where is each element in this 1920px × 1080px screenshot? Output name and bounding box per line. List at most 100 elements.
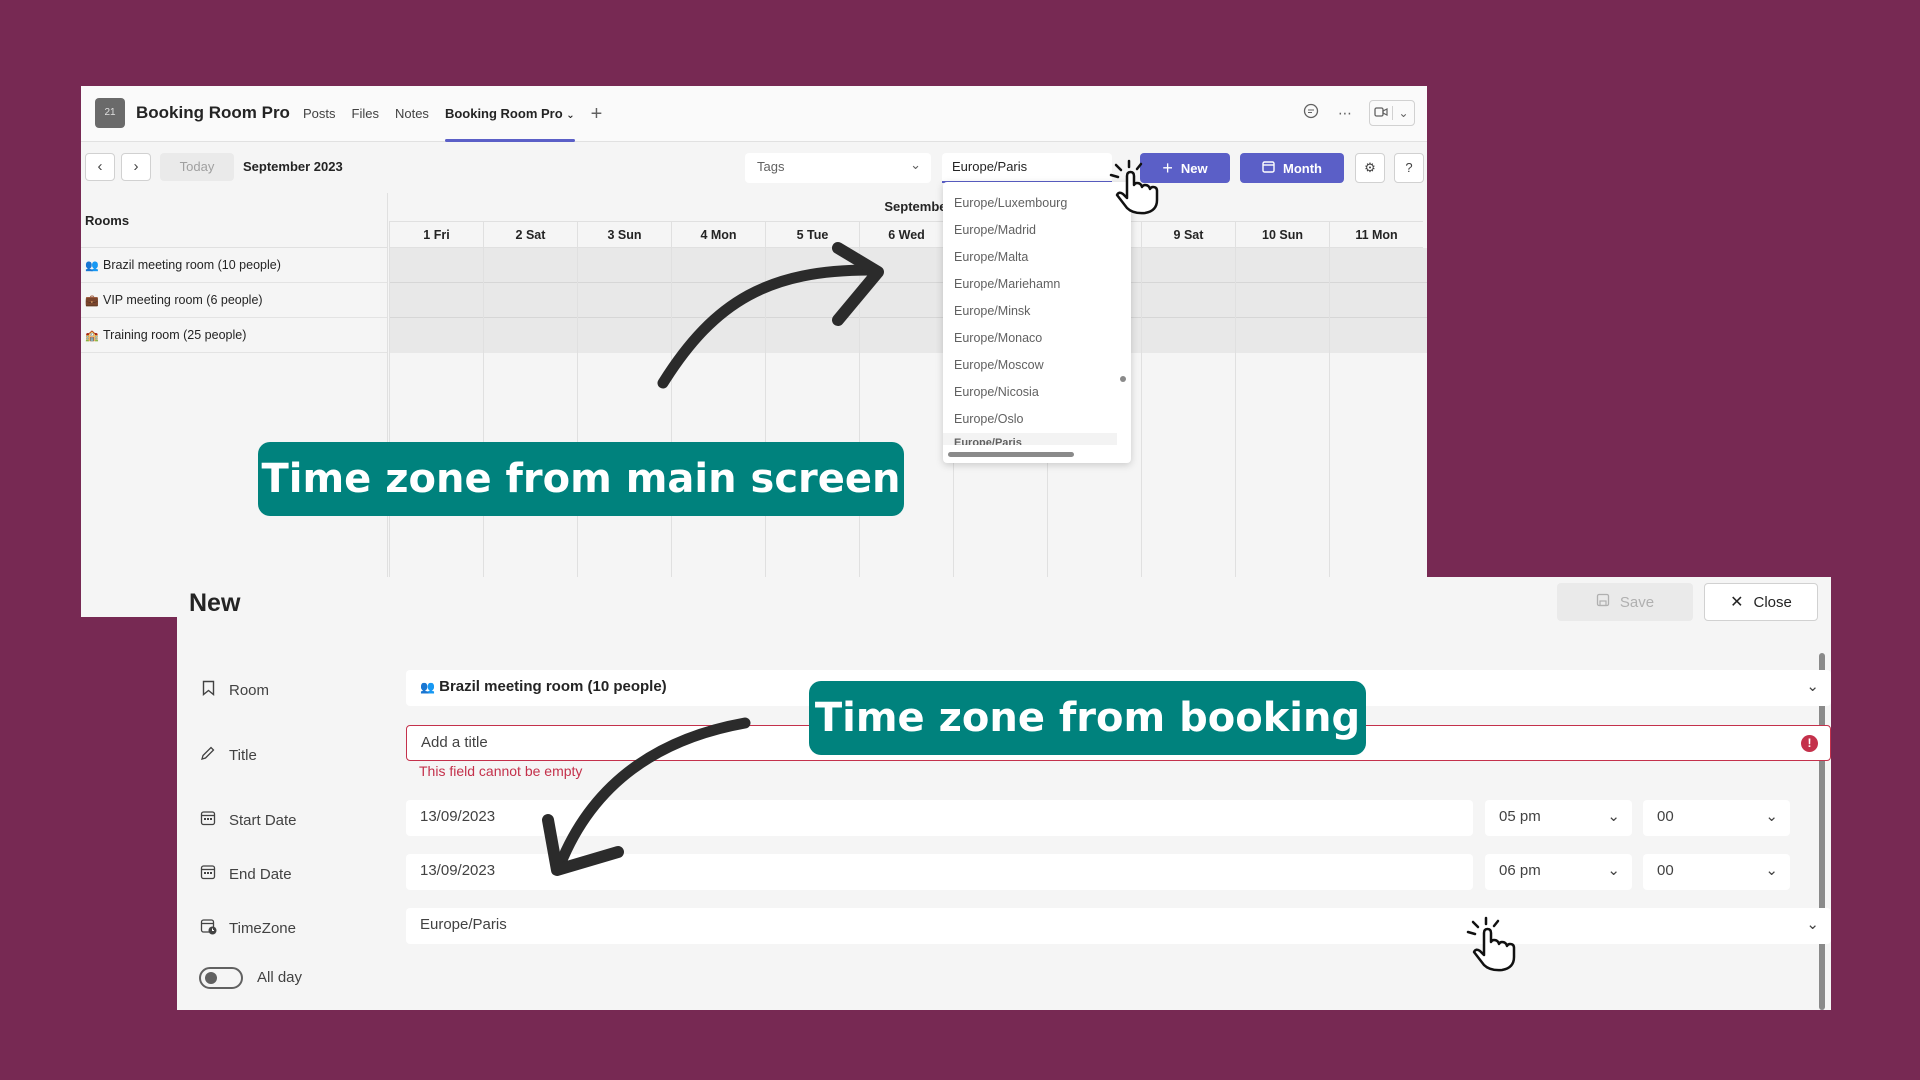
scrollbar-thumb[interactable] bbox=[1120, 376, 1126, 382]
room-name: Training room (25 people) bbox=[103, 328, 247, 342]
tab-posts[interactable]: Posts bbox=[303, 86, 336, 142]
day-column[interactable]: 1 Fri bbox=[389, 221, 483, 617]
save-icon bbox=[1596, 593, 1610, 611]
calendar-icon bbox=[199, 864, 217, 884]
day-column[interactable]: 4 Mon bbox=[671, 221, 765, 617]
vertical-scrollbar[interactable] bbox=[1819, 653, 1825, 1010]
end-minute-value: 00 bbox=[1657, 862, 1674, 879]
chevron-down-icon: ⌄ bbox=[1765, 808, 1778, 825]
rooms-column: Rooms 👥 Brazil meeting room (10 people) 💼… bbox=[81, 193, 388, 617]
end-minute-select[interactable]: 00 ⌄ bbox=[1643, 854, 1790, 890]
end-date-label: End Date bbox=[199, 864, 292, 884]
chevron-down-icon: ⌄ bbox=[1806, 678, 1819, 695]
end-date-input[interactable]: 13/09/2023 bbox=[406, 854, 1473, 890]
save-label: Save bbox=[1619, 593, 1655, 611]
add-tab-button[interactable]: + bbox=[591, 86, 603, 142]
list-item[interactable]: Europe/Luxembourg bbox=[943, 190, 1131, 217]
hand-cursor-icon bbox=[1462, 915, 1520, 983]
list-item[interactable]: Europe/Mariehamn bbox=[943, 271, 1131, 298]
list-item-selected[interactable]: Europe/Paris bbox=[943, 433, 1117, 445]
horizontal-scrollbar[interactable] bbox=[948, 452, 1074, 457]
callout-booking: Time zone from booking bbox=[809, 681, 1366, 755]
room-row[interactable]: 💼 VIP meeting room (6 people) bbox=[81, 283, 387, 318]
day-column[interactable]: 6 Wed bbox=[859, 221, 953, 617]
title-placeholder: Add a title bbox=[421, 734, 488, 751]
list-item[interactable]: Europe/Minsk bbox=[943, 298, 1131, 325]
day-column[interactable]: 11 Mon bbox=[1329, 221, 1423, 617]
callout-main-screen: Time zone from main screen bbox=[258, 442, 904, 516]
chevron-down-icon: ⌄ bbox=[910, 157, 921, 172]
start-minute-select[interactable]: 00 ⌄ bbox=[1643, 800, 1790, 836]
meet-button[interactable]: ⌄ bbox=[1369, 100, 1415, 126]
timezone-value: Europe/Paris bbox=[952, 159, 1028, 174]
today-button[interactable]: Today bbox=[160, 153, 234, 181]
day-header: 6 Wed bbox=[860, 221, 953, 248]
help-button[interactable]: ? bbox=[1394, 153, 1424, 183]
list-item[interactable]: Europe/Monaco bbox=[943, 325, 1131, 352]
room-value: Brazil meeting room (10 people) bbox=[439, 678, 667, 695]
chevron-down-icon: ⌄ bbox=[1765, 862, 1778, 879]
people-icon: 👥 bbox=[420, 680, 435, 694]
start-hour-value: 05 pm bbox=[1499, 808, 1541, 825]
briefcase-icon: 💼 bbox=[85, 295, 99, 307]
list-item[interactable]: Europe/Moscow bbox=[943, 352, 1131, 379]
chevron-down-icon: ⌄ bbox=[1607, 862, 1620, 879]
calendar-grid: September 1 Fri 2 Sat 3 Sun 4 Mon 5 Tue … bbox=[389, 193, 1427, 617]
list-item[interactable]: Europe/Malta bbox=[943, 244, 1131, 271]
tags-select[interactable]: Tags ⌄ bbox=[745, 153, 931, 183]
plus-icon: + bbox=[1162, 157, 1173, 178]
timezone-select[interactable]: Europe/Paris ⌄ bbox=[406, 908, 1831, 944]
timezone-label-text: TimeZone bbox=[229, 920, 296, 937]
tab-notes[interactable]: Notes bbox=[395, 86, 429, 142]
month-view-button[interactable]: Month bbox=[1240, 153, 1344, 183]
next-button[interactable]: › bbox=[121, 153, 151, 181]
more-options-icon[interactable]: ⋯ bbox=[1335, 103, 1355, 123]
day-header: 2 Sat bbox=[484, 221, 577, 248]
school-icon: 🏫 bbox=[85, 330, 99, 342]
video-camera-icon bbox=[1370, 106, 1392, 121]
prev-button[interactable]: ‹ bbox=[85, 153, 115, 181]
timezone-label: TimeZone bbox=[199, 918, 296, 939]
list-item[interactable]: Europe/Nicosia bbox=[943, 379, 1131, 406]
new-button-label: New bbox=[1180, 160, 1208, 176]
title-error-message: This field cannot be empty bbox=[419, 763, 583, 779]
day-column[interactable]: 9 Sat bbox=[1141, 221, 1235, 617]
chat-icon[interactable] bbox=[1301, 103, 1321, 123]
pencil-icon bbox=[199, 745, 217, 765]
month-button-label: Month bbox=[1283, 160, 1322, 176]
settings-button[interactable]: ⚙ bbox=[1355, 153, 1385, 183]
start-hour-select[interactable]: 05 pm ⌄ bbox=[1485, 800, 1632, 836]
end-hour-select[interactable]: 06 pm ⌄ bbox=[1485, 854, 1632, 890]
timezone-select[interactable]: Europe/Paris bbox=[942, 153, 1112, 183]
calendar-icon bbox=[1262, 160, 1275, 176]
timezone-dropdown-list[interactable]: Europe/Luxembourg Europe/Madrid Europe/M… bbox=[943, 182, 1131, 463]
tab-bar: Posts Files Notes Booking Room Pro ⌄ + bbox=[303, 86, 602, 142]
grid-month-header: September bbox=[884, 199, 952, 214]
close-label: Close bbox=[1753, 593, 1792, 611]
day-header: 11 Mon bbox=[1330, 221, 1423, 248]
tab-booking-room-pro[interactable]: Booking Room Pro ⌄ bbox=[444, 86, 575, 142]
all-day-toggle[interactable] bbox=[199, 967, 243, 989]
calendar-clock-icon bbox=[199, 918, 217, 939]
day-column[interactable]: 5 Tue bbox=[765, 221, 859, 617]
room-row[interactable]: 👥 Brazil meeting room (10 people) bbox=[81, 248, 387, 283]
start-date-input[interactable]: 13/09/2023 bbox=[406, 800, 1473, 836]
form-title: New bbox=[189, 589, 241, 617]
save-button[interactable]: Save bbox=[1557, 583, 1693, 621]
day-column[interactable]: 2 Sat bbox=[483, 221, 577, 617]
day-column[interactable]: 3 Sun bbox=[577, 221, 671, 617]
close-button[interactable]: ✕ Close bbox=[1704, 583, 1818, 621]
room-row[interactable]: 🏫 Training room (25 people) bbox=[81, 318, 387, 353]
list-item[interactable]: Europe/Oslo bbox=[943, 406, 1131, 433]
room-label-text: Room bbox=[229, 681, 270, 699]
title-label: Title bbox=[199, 745, 257, 765]
day-column[interactable]: 10 Sun bbox=[1235, 221, 1329, 617]
room-name: Brazil meeting room (10 people) bbox=[103, 258, 281, 272]
list-item[interactable]: Europe/Madrid bbox=[943, 217, 1131, 244]
chevron-down-icon: ⌄ bbox=[1392, 106, 1414, 120]
tab-files[interactable]: Files bbox=[352, 86, 379, 142]
app-icon: 21 bbox=[95, 98, 125, 128]
rooms-header: Rooms bbox=[81, 193, 387, 248]
header-actions: ⋯ ⌄ bbox=[1301, 100, 1415, 126]
list-top-spacer bbox=[943, 182, 1131, 190]
